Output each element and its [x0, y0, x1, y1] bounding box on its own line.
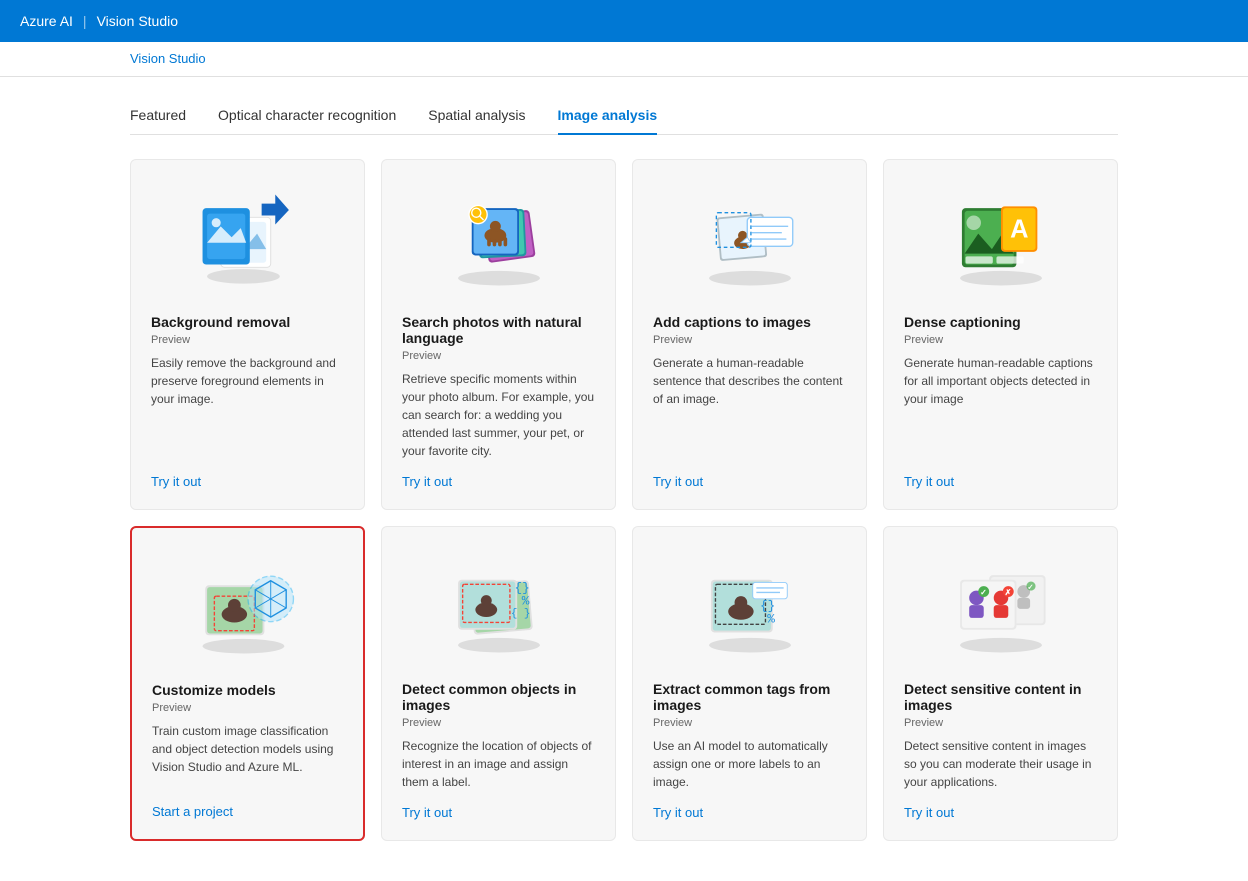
card-link-add-captions[interactable]: Try it out	[653, 474, 846, 489]
card-link-search-photos[interactable]: Try it out	[402, 474, 595, 489]
card-title-extract-tags: Extract common tags from images	[653, 681, 846, 713]
card-sensitive-content: ✓ ✗ ✓ Detect sensitive content in images…	[883, 526, 1118, 841]
card-badge-dense-captioning: Preview	[904, 334, 1097, 346]
card-extract-tags: {} % Extract common tags from images Pre…	[632, 526, 867, 841]
card-link-extract-tags[interactable]: Try it out	[653, 805, 846, 820]
card-badge-sensitive-content: Preview	[904, 717, 1097, 729]
tab-ocr[interactable]: Optical character recognition	[218, 97, 396, 135]
card-badge-add-captions: Preview	[653, 334, 846, 346]
svg-text:✓: ✓	[1027, 583, 1033, 592]
card-desc-background-removal: Easily remove the background and preserv…	[151, 354, 344, 460]
top-bar: Azure AI | Vision Studio	[0, 0, 1248, 42]
tab-bar: Featured Optical character recognition S…	[130, 97, 1118, 135]
card-image-search-photos	[402, 180, 595, 300]
card-desc-add-captions: Generate a human-readable sentence that …	[653, 354, 846, 460]
card-image-dense-captioning: A	[904, 180, 1097, 300]
card-detect-objects: {} % { } Detect common objects in images…	[381, 526, 616, 841]
card-title-dense-captioning: Dense captioning	[904, 314, 1097, 330]
card-badge-extract-tags: Preview	[653, 717, 846, 729]
card-title-customize-models: Customize models	[152, 682, 343, 698]
card-link-background-removal[interactable]: Try it out	[151, 474, 344, 489]
card-image-add-captions	[653, 180, 846, 300]
card-desc-customize-models: Train custom image classification and ob…	[152, 722, 343, 790]
card-search-photos: Search photos with natural language Prev…	[381, 159, 616, 510]
svg-text:A: A	[1010, 215, 1028, 243]
card-add-captions: Add captions to images Preview Generate …	[632, 159, 867, 510]
main-content: Featured Optical character recognition S…	[0, 77, 1248, 881]
svg-text:%: %	[767, 611, 775, 626]
sub-nav: Vision Studio	[0, 42, 1248, 77]
card-desc-extract-tags: Use an AI model to automatically assign …	[653, 737, 846, 791]
card-badge-detect-objects: Preview	[402, 717, 595, 729]
vision-studio-link[interactable]: Vision Studio	[130, 51, 206, 66]
tab-image-analysis[interactable]: Image analysis	[558, 97, 658, 135]
svg-text:%: %	[521, 593, 529, 608]
svg-text:{ }: { }	[510, 608, 530, 620]
card-image-background-removal	[151, 180, 344, 300]
card-badge-customize-models: Preview	[152, 702, 343, 714]
card-link-detect-objects[interactable]: Try it out	[402, 805, 595, 820]
card-image-extract-tags: {} %	[653, 547, 846, 667]
card-desc-detect-objects: Recognize the location of objects of int…	[402, 737, 595, 791]
tab-featured[interactable]: Featured	[130, 97, 186, 135]
card-badge-search-photos: Preview	[402, 350, 595, 362]
card-link-dense-captioning[interactable]: Try it out	[904, 474, 1097, 489]
brand-label: Azure AI	[20, 13, 73, 29]
card-title-background-removal: Background removal	[151, 314, 344, 330]
card-image-customize-models	[152, 548, 343, 668]
product-label: Vision Studio	[97, 13, 178, 29]
card-image-sensitive-content: ✓ ✗ ✓	[904, 547, 1097, 667]
card-title-sensitive-content: Detect sensitive content in images	[904, 681, 1097, 713]
svg-text:✓: ✓	[980, 588, 987, 597]
card-desc-dense-captioning: Generate human-readable captions for all…	[904, 354, 1097, 460]
separator: |	[83, 13, 87, 29]
card-title-detect-objects: Detect common objects in images	[402, 681, 595, 713]
card-badge-background-removal: Preview	[151, 334, 344, 346]
svg-text:✗: ✗	[1004, 588, 1011, 597]
cards-grid-row2: Customize models Preview Train custom im…	[130, 526, 1118, 841]
card-dense-captioning: A Dense captioning Preview Generate huma…	[883, 159, 1118, 510]
card-customize-models: Customize models Preview Train custom im…	[130, 526, 365, 841]
card-title-add-captions: Add captions to images	[653, 314, 846, 330]
card-background-removal: Background removal Preview Easily remove…	[130, 159, 365, 510]
tab-spatial[interactable]: Spatial analysis	[428, 97, 525, 135]
card-image-detect-objects: {} % { }	[402, 547, 595, 667]
card-link-sensitive-content[interactable]: Try it out	[904, 805, 1097, 820]
card-title-search-photos: Search photos with natural language	[402, 314, 595, 346]
cards-grid-row1: Background removal Preview Easily remove…	[130, 159, 1118, 510]
card-desc-search-photos: Retrieve specific moments within your ph…	[402, 370, 595, 460]
card-desc-sensitive-content: Detect sensitive content in images so yo…	[904, 737, 1097, 791]
card-link-customize-models[interactable]: Start a project	[152, 804, 343, 819]
